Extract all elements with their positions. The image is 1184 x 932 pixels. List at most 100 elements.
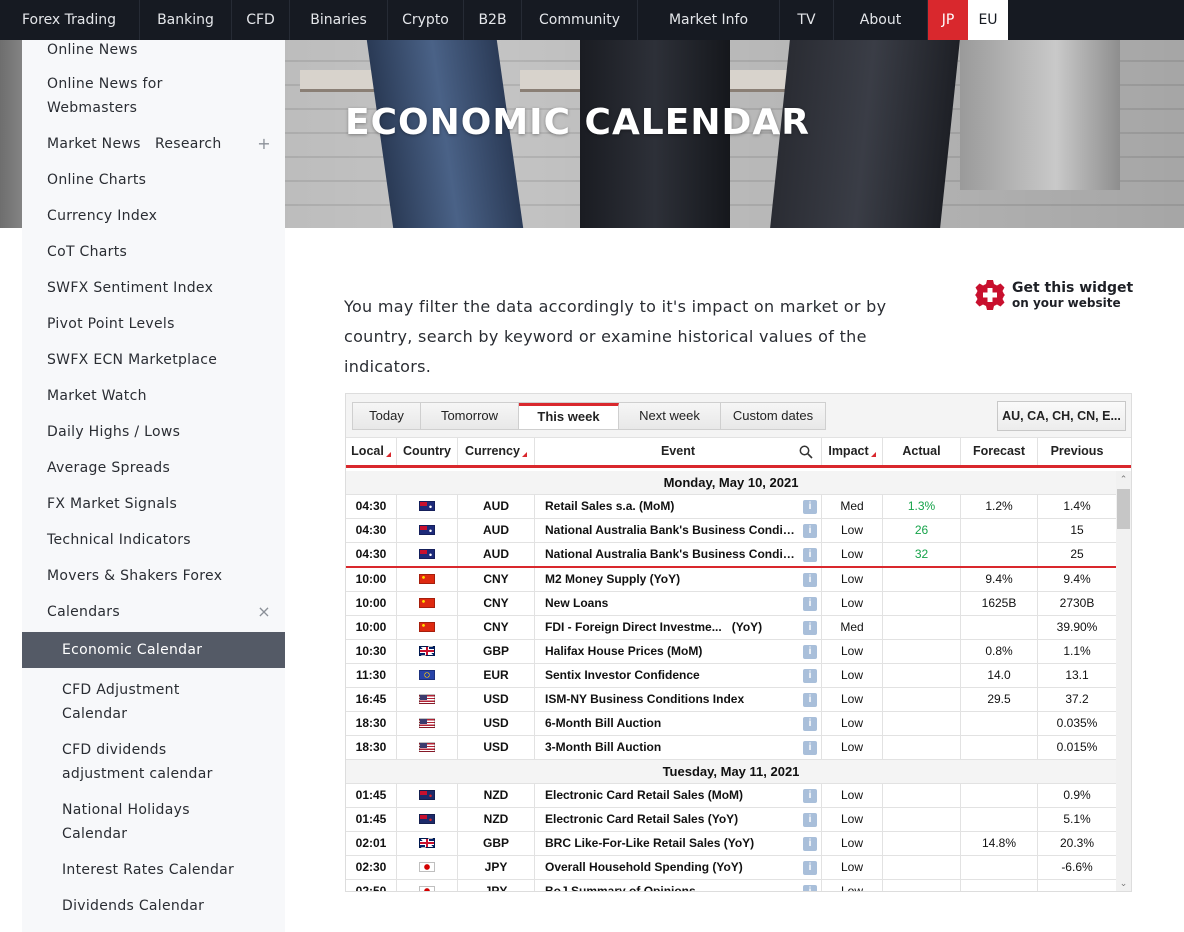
tab-this-week[interactable]: This week (519, 403, 619, 429)
collapse-x-icon[interactable]: × (257, 600, 271, 624)
info-icon[interactable]: i (803, 524, 817, 538)
cell-event[interactable]: BoJ Summary of Opinions i (535, 880, 822, 891)
tab-custom-dates[interactable]: Custom dates (721, 403, 825, 429)
column-header-local[interactable]: Local (346, 438, 397, 465)
scroll-up-arrow-icon[interactable]: ⌃ (1116, 471, 1131, 487)
sidebar-subitem[interactable]: National Holidays Calendar (22, 798, 285, 846)
nav-item-market-info[interactable]: Market Info (638, 0, 780, 40)
scrollbar-thumb[interactable] (1117, 489, 1130, 529)
sidebar-item[interactable]: SWFX Sentiment Index (22, 276, 285, 300)
cell-event[interactable]: Halifax House Prices (MoM) i (535, 640, 822, 663)
cell-event[interactable]: Retail Sales s.a. (MoM) i (535, 495, 822, 518)
column-header-forecast[interactable]: Forecast (961, 438, 1038, 465)
info-icon[interactable]: i (803, 669, 817, 683)
nav-item-eu[interactable]: EU (968, 0, 1008, 40)
column-header-event[interactable]: Event (535, 438, 822, 465)
sidebar-item[interactable]: Daily Highs / Lows (22, 420, 285, 444)
sidebar-item[interactable]: Online News for Webmasters (22, 72, 285, 120)
sidebar-subitem[interactable]: Dividends Calendar (22, 894, 285, 918)
sidebar-item[interactable]: Movers & Shakers Forex (22, 564, 285, 588)
info-icon[interactable]: i (803, 573, 817, 587)
info-icon[interactable]: i (803, 717, 817, 731)
sidebar-item[interactable]: Market Watch (22, 384, 285, 408)
sidebar-item[interactable]: FX Market Signals (22, 492, 285, 516)
column-header-currency[interactable]: Currency (458, 438, 535, 465)
sidebar-item[interactable]: Calendars × (22, 600, 285, 624)
info-icon[interactable]: i (803, 693, 817, 707)
calendar-row[interactable]: 10:00 CNY FDI - Foreign Direct Investme...… (346, 616, 1116, 640)
calendar-row[interactable]: 01:45 NZD Electronic Card Retail Sales (Mo… (346, 784, 1116, 808)
sidebar-item[interactable]: Currency Index (22, 204, 285, 228)
calendar-row[interactable]: 11:30 EUR Sentix Investor Confidence i Low 14… (346, 664, 1116, 688)
tab-today[interactable]: Today (353, 403, 421, 429)
nav-item-forex-trading[interactable]: Forex Trading (0, 0, 140, 40)
scroll-down-arrow-icon[interactable]: ⌄ (1116, 875, 1131, 891)
cell-event[interactable]: 3-Month Bill Auction i (535, 736, 822, 759)
get-widget-link[interactable]: Get this widget on your website (974, 279, 1133, 311)
sidebar-subitem[interactable]: CFD dividends adjustment calendar (22, 738, 285, 786)
nav-item-jp[interactable]: JP (928, 0, 968, 40)
info-icon[interactable]: i (803, 885, 817, 891)
sidebar-item[interactable]: Average Spreads (22, 456, 285, 480)
calendar-row[interactable]: 10:00 CNY M2 Money Supply (YoY) i Low 9.4% 9.4… (346, 568, 1116, 592)
calendar-row[interactable]: 10:30 GBP Halifax House Prices (MoM) i Low 0.… (346, 640, 1116, 664)
sidebar-item[interactable]: Online Charts (22, 168, 285, 192)
nav-item-binaries[interactable]: Binaries (290, 0, 388, 40)
cell-event[interactable]: Electronic Card Retail Sales (YoY) i (535, 808, 822, 831)
info-icon[interactable]: i (803, 837, 817, 851)
info-icon[interactable]: i (803, 597, 817, 611)
calendar-scrollbar[interactable]: ⌃ ⌄ (1116, 471, 1131, 891)
nav-item-cfd[interactable]: CFD (232, 0, 290, 40)
nav-item-about[interactable]: About (834, 0, 928, 40)
info-icon[interactable]: i (803, 548, 817, 562)
cell-event[interactable]: M2 Money Supply (YoY) i (535, 568, 822, 591)
calendar-row[interactable]: 02:50 JPY BoJ Summary of Opinions i Low (346, 880, 1116, 891)
nav-item-b2b[interactable]: B2B (464, 0, 522, 40)
calendar-row[interactable]: 01:45 NZD Electronic Card Retail Sales (Yo… (346, 808, 1116, 832)
sidebar-item[interactable]: Online News (22, 38, 285, 62)
calendar-row[interactable]: 16:45 USD ISM-NY Business Conditions Index… (346, 688, 1116, 712)
tab-tomorrow[interactable]: Tomorrow (421, 403, 519, 429)
calendar-row[interactable]: 02:30 JPY Overall Household Spending (YoY)… (346, 856, 1116, 880)
info-icon[interactable]: i (803, 645, 817, 659)
expand-plus-icon[interactable]: + (257, 132, 271, 156)
cell-event[interactable]: New Loans i (535, 592, 822, 615)
calendar-row[interactable]: 04:30 AUD National Australia Bank's Busine… (346, 519, 1116, 543)
calendar-row[interactable]: 04:30 AUD Retail Sales s.a. (MoM) i Med 1.3% 1… (346, 495, 1116, 519)
info-icon[interactable]: i (803, 813, 817, 827)
column-header-previous[interactable]: Previous (1038, 438, 1116, 465)
sidebar-subitem[interactable]: CFD Adjustment Calendar (22, 678, 285, 726)
sidebar-subitem[interactable]: Interest Rates Calendar (22, 858, 285, 882)
calendar-row[interactable]: 04:30 AUD National Australia Bank's Busine… (346, 543, 1116, 568)
sidebar-item[interactable]: Market News Research + (22, 132, 285, 156)
nav-item-tv[interactable]: TV (780, 0, 834, 40)
info-icon[interactable]: i (803, 741, 817, 755)
sidebar-item[interactable]: Technical Indicators (22, 528, 285, 552)
sidebar-item[interactable]: SWFX ECN Marketplace (22, 348, 285, 372)
calendar-row[interactable]: 10:00 CNY New Loans i Low 1625B 2730B (346, 592, 1116, 616)
cell-event[interactable]: Sentix Investor Confidence i (535, 664, 822, 687)
info-icon[interactable]: i (803, 789, 817, 803)
cell-event[interactable]: ISM-NY Business Conditions Index i (535, 688, 822, 711)
cell-event[interactable]: 6-Month Bill Auction i (535, 712, 822, 735)
calendar-row[interactable]: 18:30 USD 3-Month Bill Auction i Low 0.015% (346, 736, 1116, 760)
tab-next-week[interactable]: Next week (619, 403, 721, 429)
info-icon[interactable]: i (803, 861, 817, 875)
calendar-row[interactable]: 02:01 GBP BRC Like-For-Like Retail Sales (… (346, 832, 1116, 856)
column-header-country[interactable]: Country (397, 438, 458, 465)
info-icon[interactable]: i (803, 621, 817, 635)
cell-event[interactable]: BRC Like-For-Like Retail Sales (YoY) i (535, 832, 822, 855)
search-icon[interactable] (799, 445, 813, 459)
column-header-impact[interactable]: Impact (822, 438, 883, 465)
sidebar-subitem[interactable]: Economic Calendar (22, 632, 285, 668)
cell-event[interactable]: National Australia Bank's Business Condi… (535, 519, 822, 542)
sidebar-item[interactable]: Pivot Point Levels (22, 312, 285, 336)
nav-item-crypto[interactable]: Crypto (388, 0, 464, 40)
nav-item-banking[interactable]: Banking (140, 0, 232, 40)
cell-event[interactable]: Electronic Card Retail Sales (MoM) i (535, 784, 822, 807)
column-header-actual[interactable]: Actual (883, 438, 961, 465)
cell-event[interactable]: Overall Household Spending (YoY) i (535, 856, 822, 879)
calendar-row[interactable]: 18:30 USD 6-Month Bill Auction i Low 0.035% (346, 712, 1116, 736)
cell-event[interactable]: FDI - Foreign Direct Investme... (YoY) i (535, 616, 822, 639)
sidebar-item[interactable]: CoT Charts (22, 240, 285, 264)
